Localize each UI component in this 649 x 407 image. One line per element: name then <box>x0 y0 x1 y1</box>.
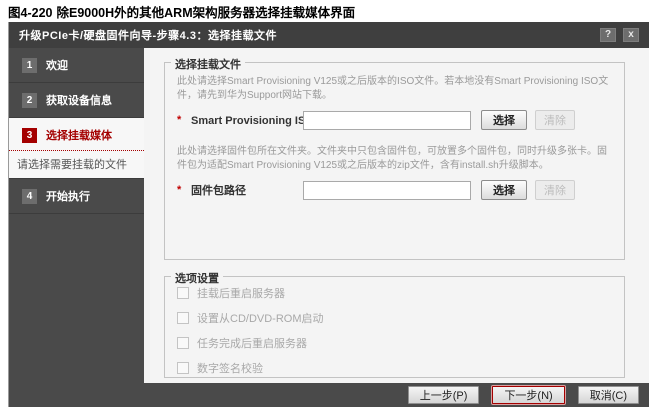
options-group-title: 选项设置 <box>171 270 223 286</box>
firmware-description: 此处请选择固件包所在文件夹。文件夹中只包含固件包，可放置多个固件包，同时升级多张… <box>177 145 614 173</box>
main-content: 选择挂载文件 此处请选择Smart Provisioning V125或之后版本… <box>144 48 649 383</box>
dialog-titlebar: 升级PCIe卡/硬盘固件向导-步骤4.3：选择挂载文件 ? x <box>9 22 649 48</box>
previous-button[interactable]: 上一步(P) <box>408 386 480 404</box>
step-number-badge: 4 <box>22 189 37 204</box>
step-number-badge: 2 <box>22 93 37 108</box>
figure-number: 图4-220 <box>8 6 52 20</box>
checkbox-label: 任务完成后重启服务器 <box>197 335 307 351</box>
checkbox-label: 挂载后重启服务器 <box>197 285 285 301</box>
figure-title: 除E9000H外的其他ARM架构服务器选择挂载媒体界面 <box>56 6 355 20</box>
checkbox-row-restart-after-mount: 挂载后重启服务器 <box>177 285 614 301</box>
mount-file-group: 选择挂载文件 此处请选择Smart Provisioning V125或之后版本… <box>164 62 625 260</box>
checkbox-label: 数字签名校验 <box>197 360 263 376</box>
checkbox-label: 设置从CD/DVD-ROM启动 <box>197 310 324 326</box>
step-label: 获取设备信息 <box>46 92 112 108</box>
sidebar-step-select-media[interactable]: 3 选择挂载媒体 <box>9 118 144 151</box>
next-button[interactable]: 下一步(N) <box>492 386 564 404</box>
sidebar-step-device-info[interactable]: 2 获取设备信息 <box>9 83 144 118</box>
sidebar-step-welcome[interactable]: 1 欢迎 <box>9 48 144 83</box>
iso-description: 此处请选择Smart Provisioning V125或之后版本的ISO文件。… <box>177 75 614 103</box>
screenshot-stage: 图4-220 除E9000H外的其他ARM架构服务器选择挂载媒体界面 升级PCIe… <box>0 0 649 407</box>
close-icon[interactable]: x <box>623 28 639 42</box>
step-label: 欢迎 <box>46 57 68 73</box>
wizard-steps-sidebar: 1 欢迎 2 获取设备信息 3 选择挂载媒体 请选择需要挂载的文件 4 开 <box>9 48 144 383</box>
help-icon[interactable]: ? <box>600 28 616 42</box>
iso-file-label: Smart Provisioning ISO文件 <box>191 112 303 128</box>
sidebar-step-select-media-active: 3 选择挂载媒体 请选择需要挂载的文件 <box>9 118 144 179</box>
checkbox-row-restart-after-task: 任务完成后重启服务器 <box>177 335 614 351</box>
step-label: 选择挂载媒体 <box>46 127 112 143</box>
options-group: 选项设置 挂载后重启服务器 设置从CD/DVD-ROM启动 任务完成后重启服务器 <box>164 276 625 378</box>
firmware-path-input[interactable] <box>303 181 471 200</box>
wizard-dialog: 升级PCIe卡/硬盘固件向导-步骤4.3：选择挂载文件 ? x 1 欢迎 2 获… <box>8 22 649 407</box>
mount-file-group-title: 选择挂载文件 <box>171 56 245 72</box>
dialog-footer: 上一步(P) 下一步(N) 取消(C) <box>9 383 649 407</box>
sidebar-filler <box>9 214 144 383</box>
cancel-button[interactable]: 取消(C) <box>578 386 639 404</box>
step-subtext: 请选择需要挂载的文件 <box>9 151 144 178</box>
step-label: 开始执行 <box>46 188 90 204</box>
firmware-select-button[interactable]: 选择 <box>481 180 527 200</box>
firmware-clear-button: 清除 <box>535 180 575 200</box>
checkbox-icon <box>177 362 189 374</box>
firmware-field-row: * 固件包路径 选择 清除 <box>177 179 614 201</box>
figure-caption: 图4-220 除E9000H外的其他ARM架构服务器选择挂载媒体界面 <box>8 2 355 21</box>
iso-select-button[interactable]: 选择 <box>481 110 527 130</box>
checkbox-row-boot-from-cd: 设置从CD/DVD-ROM启动 <box>177 310 614 326</box>
step-number-badge: 3 <box>22 128 37 143</box>
sidebar-step-execute[interactable]: 4 开始执行 <box>9 179 144 214</box>
dialog-title: 升级PCIe卡/硬盘固件向导-步骤4.3：选择挂载文件 <box>19 27 593 43</box>
required-marker: * <box>177 184 191 196</box>
required-marker: * <box>177 114 191 126</box>
firmware-path-label: 固件包路径 <box>191 182 303 198</box>
iso-file-input[interactable] <box>303 111 471 130</box>
step-number-badge: 1 <box>22 58 37 73</box>
checkbox-icon <box>177 287 189 299</box>
iso-field-row: * Smart Provisioning ISO文件 选择 清除 <box>177 109 614 131</box>
dialog-body: 1 欢迎 2 获取设备信息 3 选择挂载媒体 请选择需要挂载的文件 4 开 <box>9 48 649 383</box>
checkbox-icon <box>177 312 189 324</box>
iso-clear-button: 清除 <box>535 110 575 130</box>
checkbox-icon <box>177 337 189 349</box>
checkbox-row-signature-check: 数字签名校验 <box>177 360 614 376</box>
